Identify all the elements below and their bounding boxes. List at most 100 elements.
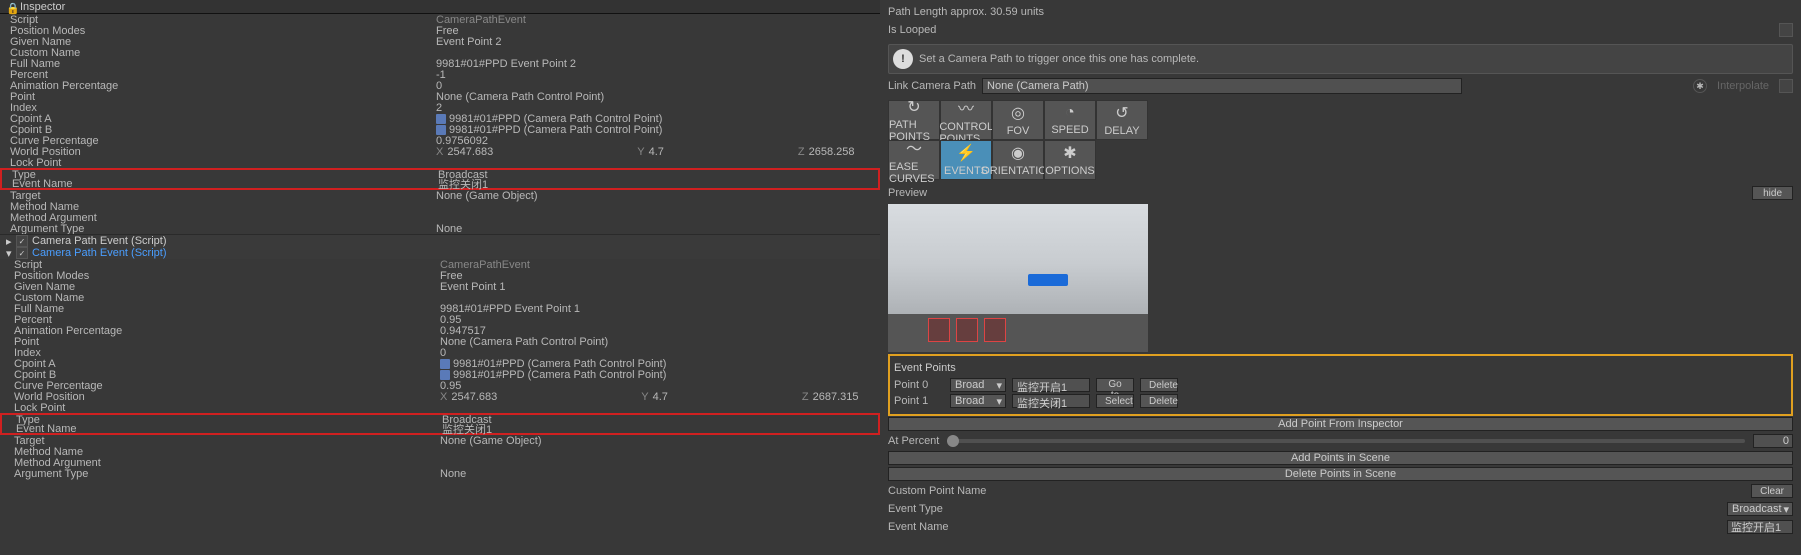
events-icon: ⚡ [956,143,976,163]
axis-y: Y [637,146,644,158]
value-world-pos: X 2547.683 Y 4.7 Z 2658.258 [436,146,874,158]
info-banner: ! Set a Camera Path to trigger once this… [888,44,1793,74]
value-given-name[interactable]: Event Point 1 [440,281,874,293]
gameobject-icon [436,125,446,135]
link-label: Link Camera Path [888,80,976,92]
label-event-name: Event Name [8,178,438,190]
label-lock-point: Lock Point [6,157,436,169]
value-target[interactable]: None (Game Object) [436,190,874,202]
pos-z[interactable]: 2658.258 [809,146,855,158]
mode-options[interactable]: ✱OPTIONS [1044,140,1096,180]
preview-viewport[interactable] [888,204,1148,352]
interpolate-label: Interpolate [1717,80,1769,92]
interpolate-checkbox[interactable] [1779,79,1793,93]
point-mode-dropdown[interactable]: Broad [950,378,1006,392]
gameobject-icon [436,114,446,124]
is-looped-label: Is Looped [888,24,1779,36]
value-world-pos: X 2547.683 Y 4.7 Z 2687.315 [440,391,874,403]
mode-fov[interactable]: ◎FOV [992,100,1044,140]
add-point-from-inspector-button[interactable]: Add Point From Inspector [888,417,1793,431]
pos-y[interactable]: 4.7 [653,391,668,403]
event-point-row-1: Point 1 Broad 监控关闭1 Select Delete [894,394,1787,408]
gameobject-icon [440,370,450,380]
select-button[interactable]: Select [1096,394,1134,408]
event-point-row-0: Point 0 Broad 监控开启1 Go to Delete [894,378,1787,392]
speed-icon: ◔ [1065,104,1075,122]
axis-z: Z [798,146,805,158]
clear-button[interactable]: Clear [1751,484,1793,498]
ease-icon: 〜 [906,135,922,159]
event-name-label: Event Name [888,521,949,533]
inspector-tab-label: Inspector [20,1,65,13]
inspector-panel: 🔒 Inspector ScriptCameraPathEvent Positi… [0,0,880,555]
fov-icon: ◎ [1011,103,1025,123]
is-looped-checkbox[interactable] [1779,23,1793,37]
enable-checkbox[interactable] [16,247,28,259]
mode-toolbar: ↻PATH POINTS 〰CONTROL POINTS ◎FOV ◔SPEED… [888,100,1150,180]
enable-checkbox[interactable] [16,235,28,247]
at-percent-label: At Percent [888,435,939,447]
axis-x: X [436,146,443,158]
pos-z[interactable]: 2687.315 [813,391,859,403]
mode-ease-curves[interactable]: 〜EASE CURVES [888,140,940,180]
path-length-label: Path Length approx. 30.59 units [888,6,1044,18]
event-type-label: Event Type [888,503,943,515]
pos-y[interactable]: 4.7 [649,146,664,158]
label-lock-point: Lock Point [10,402,440,414]
delete-button[interactable]: Delete [1140,378,1178,392]
delay-icon: ↺ [1115,103,1128,123]
component-cpe-1[interactable]: ▸ Camera Path Event (Script) [0,235,880,247]
lock-icon: 🔒 [6,2,16,12]
event-points-header: Event Points [894,360,1787,376]
preview-label: Preview [888,187,927,199]
delete-points-in-scene-button[interactable]: Delete Points in Scene [888,467,1793,481]
value-arg-type[interactable]: None [436,223,874,235]
label-arg-type: Argument Type [6,223,436,235]
value-target[interactable]: None (Game Object) [440,435,874,447]
pos-x[interactable]: 2547.683 [451,391,497,403]
goto-button[interactable]: Go to [1096,378,1134,392]
gameobject-icon [440,359,450,369]
hide-button[interactable]: hide [1752,186,1793,200]
event-name-field[interactable]: 监控开启1 [1727,520,1793,534]
mode-path-points[interactable]: ↻PATH POINTS [888,100,940,140]
point-name-field[interactable]: 监控开启1 [1012,378,1090,392]
point-label: Point 0 [894,379,944,391]
value-arg-type[interactable]: None [440,468,874,480]
inspector-tab[interactable]: 🔒 Inspector [0,0,880,14]
label-event-name: Event Name [12,423,442,435]
label-arg-type: Argument Type [10,468,440,480]
link-object-field[interactable]: None (Camera Path) [982,78,1462,94]
axis-y: Y [641,391,648,403]
mode-control-points[interactable]: 〰CONTROL POINTS [940,100,992,140]
gear-icon[interactable]: ✱ [1693,79,1707,93]
value-given-name[interactable]: Event Point 2 [436,36,874,48]
delete-button[interactable]: Delete [1140,394,1178,408]
component-cpe-2[interactable]: ▾ Camera Path Event (Script) [0,247,880,259]
component-name: Camera Path Event (Script) [32,247,167,259]
percent-slider[interactable] [947,439,1745,443]
path-points-icon: ↻ [907,97,920,117]
custom-point-name-label: Custom Point Name [888,485,986,497]
percent-value-field[interactable]: 0 [1753,434,1793,448]
axis-x: X [440,391,447,403]
orientation-icon: ◉ [1011,143,1025,163]
options-icon: ✱ [1063,143,1076,163]
event-points-box: Event Points Point 0 Broad 监控开启1 Go to D… [888,354,1793,416]
point-label: Point 1 [894,395,944,407]
control-points-icon: 〰 [958,95,974,119]
path-marker [1028,274,1068,286]
camera-path-panel: Path Length approx. 30.59 units Is Loope… [880,0,1801,555]
mode-speed[interactable]: ◔SPEED [1044,100,1096,140]
add-points-in-scene-button[interactable]: Add Points in Scene [888,451,1793,465]
event-type-dropdown[interactable]: Broadcast [1727,502,1793,516]
point-mode-dropdown[interactable]: Broad [950,394,1006,408]
component-name: Camera Path Event (Script) [32,235,167,247]
mode-orientation[interactable]: ◉ORIENTATION [992,140,1044,180]
alert-icon: ! [893,49,913,69]
axis-z: Z [802,391,809,403]
pos-x[interactable]: 2547.683 [447,146,493,158]
mode-delay[interactable]: ↺DELAY [1096,100,1148,140]
slider-thumb[interactable] [947,435,959,447]
point-name-field[interactable]: 监控关闭1 [1012,394,1090,408]
